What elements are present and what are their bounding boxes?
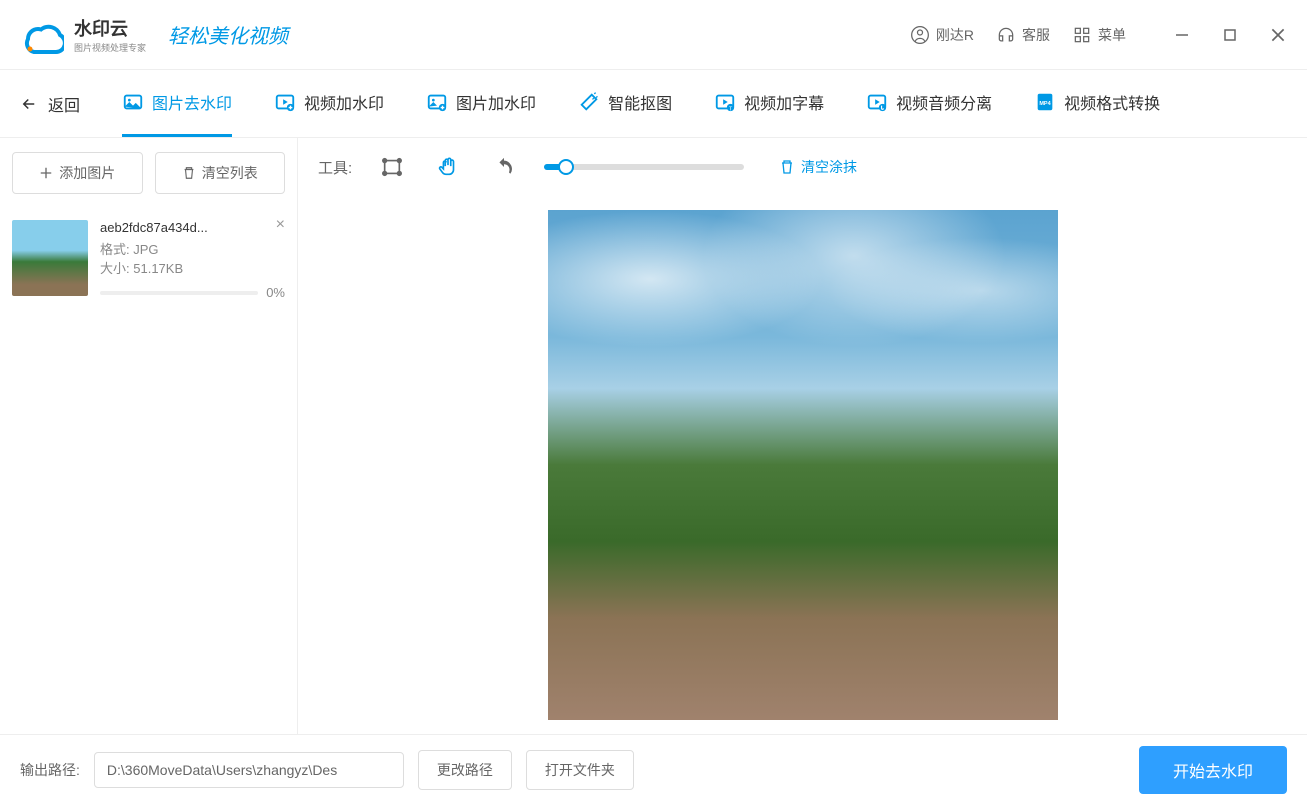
undo-button[interactable] bbox=[488, 151, 520, 183]
plus-icon bbox=[39, 166, 53, 180]
start-button[interactable]: 开始去水印 bbox=[1139, 746, 1287, 794]
canvas-area[interactable] bbox=[298, 196, 1307, 734]
trash-icon bbox=[779, 159, 795, 175]
video-audio-icon bbox=[866, 91, 888, 113]
mp4-icon: MP4 bbox=[1034, 91, 1056, 113]
nav-video-subtitle[interactable]: T 视频加字幕 bbox=[714, 70, 824, 137]
file-name: aeb2fdc87a434d... bbox=[100, 220, 250, 235]
clear-list-button[interactable]: 清空列表 bbox=[155, 152, 286, 194]
slogan: 轻松美化视频 bbox=[168, 20, 288, 49]
video-icon bbox=[274, 91, 296, 113]
close-button[interactable] bbox=[1269, 26, 1287, 44]
tool-label: 工具: bbox=[318, 157, 352, 178]
back-button[interactable]: 返回 bbox=[20, 92, 80, 116]
arrow-left-icon bbox=[20, 95, 38, 113]
wand-icon bbox=[578, 91, 600, 113]
add-label: 添加图片 bbox=[59, 163, 115, 183]
image-add-icon bbox=[426, 91, 448, 113]
support-button[interactable]: 客服 bbox=[996, 25, 1050, 45]
menu-button[interactable]: 菜单 bbox=[1072, 25, 1126, 45]
size-value: 51.17KB bbox=[133, 261, 183, 276]
clear-label: 清空列表 bbox=[202, 163, 258, 183]
image-icon bbox=[122, 91, 144, 113]
video-text-icon: T bbox=[714, 91, 736, 113]
nav-smart-cutout[interactable]: 智能抠图 bbox=[578, 70, 672, 137]
image-preview[interactable] bbox=[548, 210, 1058, 720]
logo-area: 水印云 图片视频处理专家 轻松美化视频 bbox=[20, 13, 288, 57]
nav-label: 视频加字幕 bbox=[744, 90, 824, 114]
clear-brush-label: 清空涂抹 bbox=[801, 157, 857, 177]
add-image-button[interactable]: 添加图片 bbox=[12, 152, 143, 194]
nav-image-add-watermark[interactable]: 图片加水印 bbox=[426, 70, 536, 137]
nav-label: 视频音频分离 bbox=[896, 90, 992, 114]
trash-icon bbox=[182, 166, 196, 180]
slider-thumb[interactable] bbox=[558, 159, 574, 175]
nav-label: 视频格式转换 bbox=[1064, 90, 1160, 114]
toolbar: 工具: 清空涂抹 bbox=[298, 138, 1307, 196]
open-folder-button[interactable]: 打开文件夹 bbox=[526, 750, 634, 790]
nav-bar: 返回 图片去水印 视频加水印 图片加水印 智能抠图 T 视频加字幕 视频音频分离… bbox=[0, 70, 1307, 138]
user-button[interactable]: 刚达R bbox=[910, 25, 974, 45]
change-path-button[interactable]: 更改路径 bbox=[418, 750, 512, 790]
file-item[interactable]: aeb2fdc87a434d... 格式: JPG 大小: 51.17KB 0%… bbox=[0, 208, 297, 312]
support-label: 客服 bbox=[1022, 25, 1050, 45]
nav-image-remove-watermark[interactable]: 图片去水印 bbox=[122, 70, 232, 137]
user-label: 刚达R bbox=[936, 25, 974, 45]
nav-video-audio-split[interactable]: 视频音频分离 bbox=[866, 70, 992, 137]
svg-text:MP4: MP4 bbox=[1039, 101, 1051, 107]
nav-label: 视频加水印 bbox=[304, 90, 384, 114]
size-label: 大小: bbox=[100, 261, 130, 276]
logo-icon bbox=[20, 13, 64, 57]
remove-file-button[interactable]: × bbox=[276, 216, 285, 234]
output-label: 输出路径: bbox=[20, 760, 80, 780]
format-value: JPG bbox=[133, 242, 158, 257]
minimize-button[interactable] bbox=[1173, 26, 1191, 44]
rectangle-select-icon bbox=[381, 156, 403, 178]
grid-icon bbox=[1072, 25, 1092, 45]
nav-label: 智能抠图 bbox=[608, 90, 672, 114]
nav-video-convert[interactable]: MP4 视频格式转换 bbox=[1034, 70, 1160, 137]
footer: 输出路径: D:\360MoveData\Users\zhangyz\Des 更… bbox=[0, 734, 1307, 804]
back-label: 返回 bbox=[48, 92, 80, 116]
headset-icon bbox=[996, 25, 1016, 45]
maximize-button[interactable] bbox=[1221, 26, 1239, 44]
progress-bar bbox=[100, 291, 258, 295]
brush-size-slider[interactable] bbox=[544, 164, 744, 170]
sidebar: 添加图片 清空列表 aeb2fdc87a434d... 格式: JPG 大小: … bbox=[0, 138, 298, 734]
nav-label: 图片加水印 bbox=[456, 90, 536, 114]
hand-pointer-icon bbox=[437, 156, 459, 178]
progress-value: 0% bbox=[266, 285, 285, 300]
file-thumbnail bbox=[12, 220, 88, 296]
rectangle-tool[interactable] bbox=[376, 151, 408, 183]
brush-tool[interactable] bbox=[432, 151, 464, 183]
format-label: 格式: bbox=[100, 242, 130, 257]
titlebar: 水印云 图片视频处理专家 轻松美化视频 刚达R 客服 菜单 bbox=[0, 0, 1307, 70]
main-area: 工具: 清空涂抹 bbox=[298, 138, 1307, 734]
menu-label: 菜单 bbox=[1098, 25, 1126, 45]
header-actions: 刚达R 客服 菜单 bbox=[910, 25, 1287, 45]
output-path-input[interactable]: D:\360MoveData\Users\zhangyz\Des bbox=[94, 752, 404, 788]
logo-title: 水印云 bbox=[74, 15, 146, 41]
undo-icon bbox=[493, 156, 515, 178]
logo-subtitle: 图片视频处理专家 bbox=[74, 41, 146, 54]
clear-brush-button[interactable]: 清空涂抹 bbox=[779, 157, 857, 177]
nav-label: 图片去水印 bbox=[152, 90, 232, 114]
user-icon bbox=[910, 25, 930, 45]
nav-video-add-watermark[interactable]: 视频加水印 bbox=[274, 70, 384, 137]
